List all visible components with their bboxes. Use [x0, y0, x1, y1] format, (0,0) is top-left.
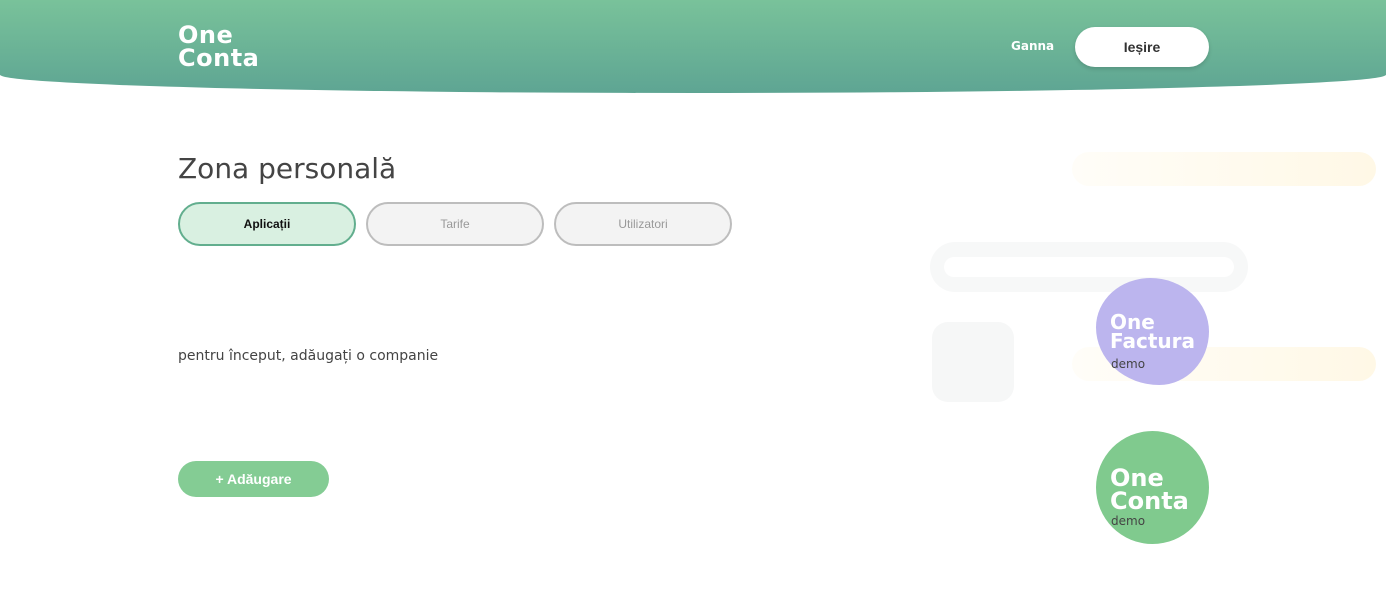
page-title: Zona personală — [178, 152, 397, 185]
empty-state-hint: pentru început, adăugați o companie — [178, 348, 439, 364]
onconta-logo[interactable]: One Conta — [178, 23, 260, 72]
app-tile-title: One Conta — [1110, 466, 1189, 515]
tab-users[interactable]: Utilizatori — [554, 202, 732, 246]
logo-line-2: Conta — [178, 44, 260, 72]
decorative-grey-square — [932, 322, 1014, 402]
app-tile-oneconta[interactable]: One Conta demo — [1096, 431, 1209, 544]
app-tile-onefactura[interactable]: One Factura demo — [1096, 278, 1209, 385]
app-title-line-2: Factura — [1110, 329, 1195, 353]
logout-button[interactable]: Ieșire — [1075, 27, 1209, 67]
tab-applications[interactable]: Aplicații — [178, 202, 356, 246]
user-name[interactable]: Ganna — [1011, 39, 1054, 53]
decorative-yellow-bar — [1072, 152, 1376, 186]
tab-tariffs[interactable]: Tarife — [366, 202, 544, 246]
app-title-line-2: Conta — [1110, 487, 1189, 515]
header-bar: One Conta Ganna Ieșire — [0, 0, 1386, 93]
app-tile-title: One Factura — [1110, 312, 1195, 353]
demo-label: demo — [1111, 514, 1146, 528]
demo-label: demo — [1111, 357, 1146, 371]
add-company-button[interactable]: + Adăugare — [178, 461, 329, 497]
decorative-white-bar — [944, 257, 1234, 277]
